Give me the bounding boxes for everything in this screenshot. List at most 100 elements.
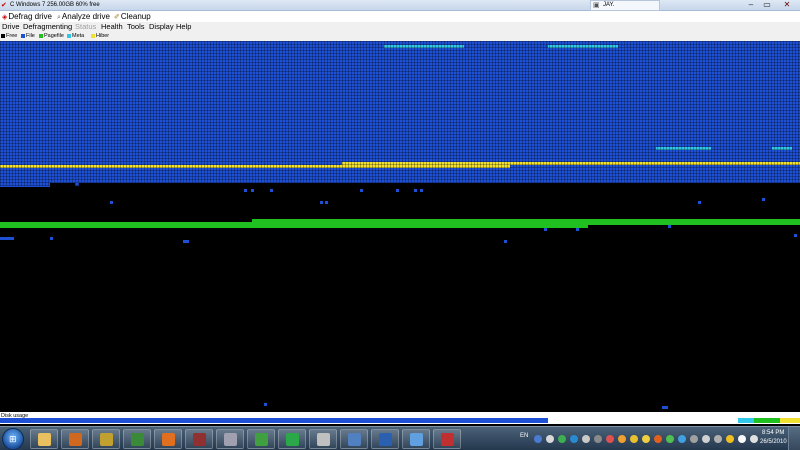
language-indicator[interactable]: EN — [520, 433, 528, 439]
menu-health[interactable]: Health — [101, 22, 123, 32]
tray-app-icon[interactable] — [750, 435, 758, 443]
taskbar-button-word[interactable] — [371, 429, 399, 449]
hiber-strip — [0, 165, 342, 168]
maximize-button[interactable]: ▭ — [760, 0, 774, 10]
window-icon: ▣ — [593, 2, 600, 9]
explorer-icon — [38, 433, 51, 446]
taskbar-button-firefox[interactable] — [154, 429, 182, 449]
taskbar-button-defrag-app[interactable] — [433, 429, 461, 449]
file-fragment — [0, 183, 50, 187]
title-bar: ✔ C Windows 7 256.00GB 60% free ▣ JAY. –… — [0, 0, 800, 11]
taskbar-button-shield-app[interactable] — [216, 429, 244, 449]
tray-app-icon[interactable] — [606, 435, 614, 443]
file-fragment — [762, 198, 765, 201]
tray-app-icon[interactable] — [570, 435, 578, 443]
tray-app-icon[interactable] — [582, 435, 590, 443]
analyze-label: Analyze drive — [61, 12, 110, 21]
tray-app-icon[interactable] — [534, 435, 542, 443]
tray-app-icon[interactable] — [546, 435, 554, 443]
utorrent-icon — [286, 433, 299, 446]
taskbar-button-app2[interactable] — [185, 429, 213, 449]
meta-strip — [772, 147, 792, 150]
meta-strip — [384, 45, 464, 48]
legend-pagefile: Pagefile — [39, 32, 64, 41]
defrag-app-icon — [441, 433, 454, 446]
network-app-icon — [255, 433, 268, 446]
hiber-strip — [342, 165, 510, 168]
menu-display[interactable]: Display — [149, 22, 174, 32]
menu-help[interactable]: Help — [176, 22, 191, 32]
hiber-swatch — [91, 33, 95, 38]
tray-app-icon[interactable] — [630, 435, 638, 443]
disk-cluster-map[interactable] — [0, 41, 800, 412]
tray-app-icon[interactable] — [690, 435, 698, 443]
file-fragment — [320, 201, 323, 204]
tray-app-icon[interactable] — [618, 435, 626, 443]
clock-time[interactable]: 8:54 PM — [762, 430, 784, 436]
usage-pagefile-segment — [754, 418, 780, 423]
usage-track — [0, 418, 800, 423]
taskbar-button-media-player[interactable] — [61, 429, 89, 449]
legend-meta: Meta — [67, 32, 84, 41]
taskbar-button-tool[interactable] — [92, 429, 120, 449]
screen: ✔ C Windows 7 256.00GB 60% free ▣ JAY. –… — [0, 0, 800, 450]
taskbar-button-explorer[interactable] — [30, 429, 58, 449]
taskbar-button-app[interactable] — [123, 429, 151, 449]
hiber-strip — [510, 162, 800, 165]
tray-app-icon[interactable] — [726, 435, 734, 443]
menu-drive[interactable]: Drive — [2, 22, 20, 32]
meta-strip — [548, 45, 618, 48]
taskbar-button-remote[interactable] — [340, 429, 368, 449]
legend-file: File — [21, 32, 35, 41]
file-fragment — [576, 228, 579, 231]
file-fragment — [414, 189, 417, 192]
file-fragment — [794, 234, 797, 237]
file-fragment — [183, 240, 189, 243]
file-fragment — [504, 240, 507, 243]
close-button[interactable]: ✕ — [776, 0, 798, 10]
defrag-label: Defrag drive — [8, 12, 52, 21]
taskbar-button-network-app[interactable] — [247, 429, 275, 449]
tray-app-icon[interactable] — [702, 435, 710, 443]
file-fragment — [244, 189, 247, 192]
menu-tools[interactable]: Tools — [127, 22, 145, 32]
menu-status[interactable]: Status — [75, 22, 96, 32]
tray-app-icon[interactable] — [642, 435, 650, 443]
system-tray: EN 8:54 PM 26/5/2010 — [512, 427, 800, 450]
tray-app-icon[interactable] — [678, 435, 686, 443]
clock-date[interactable]: 26/5/2010 — [760, 439, 787, 445]
file-fragment — [325, 201, 328, 204]
cluster-map-svg — [0, 41, 800, 409]
taskbar-button-media-app[interactable] — [309, 429, 337, 449]
firefox-icon — [162, 433, 175, 446]
show-desktop-button[interactable] — [788, 427, 800, 450]
file-swatch — [21, 33, 25, 38]
word-icon — [379, 433, 392, 446]
tray-app-icon[interactable] — [654, 435, 662, 443]
file-region — [0, 41, 800, 183]
disk-usage-bar: Disk usage — [0, 412, 800, 424]
remote-icon — [348, 433, 361, 446]
tray-app-icon[interactable] — [594, 435, 602, 443]
taskbar: ⊞ EN 8:54 PM 26/5/2010 — [0, 426, 800, 450]
tray-app-icon[interactable] — [666, 435, 674, 443]
toolbar: ◈Defrag drive ⌕Analyze drive ✐Cleanup — [0, 11, 800, 22]
minimize-button[interactable]: – — [744, 0, 758, 10]
legend-hiber: Hiber — [91, 32, 109, 41]
menu-defragmenting[interactable]: Defragmenting — [23, 22, 72, 32]
paint-icon — [410, 433, 423, 446]
file-fragment — [544, 228, 547, 231]
windows-logo-icon: ⊞ — [9, 434, 17, 444]
file-fragment — [668, 225, 671, 228]
tray-app-icon[interactable] — [714, 435, 722, 443]
tray-app-icon[interactable] — [558, 435, 566, 443]
taskbar-button-utorrent[interactable] — [278, 429, 306, 449]
file-fragment — [75, 183, 79, 186]
legend-free: Free — [1, 32, 17, 41]
pagefile-band — [0, 222, 252, 228]
other-window-tab[interactable]: ▣ JAY. — [590, 0, 660, 11]
start-button[interactable]: ⊞ — [2, 428, 24, 450]
taskbar-button-paint[interactable] — [402, 429, 430, 449]
free-swatch — [1, 33, 5, 38]
tray-app-icon[interactable] — [738, 435, 746, 443]
